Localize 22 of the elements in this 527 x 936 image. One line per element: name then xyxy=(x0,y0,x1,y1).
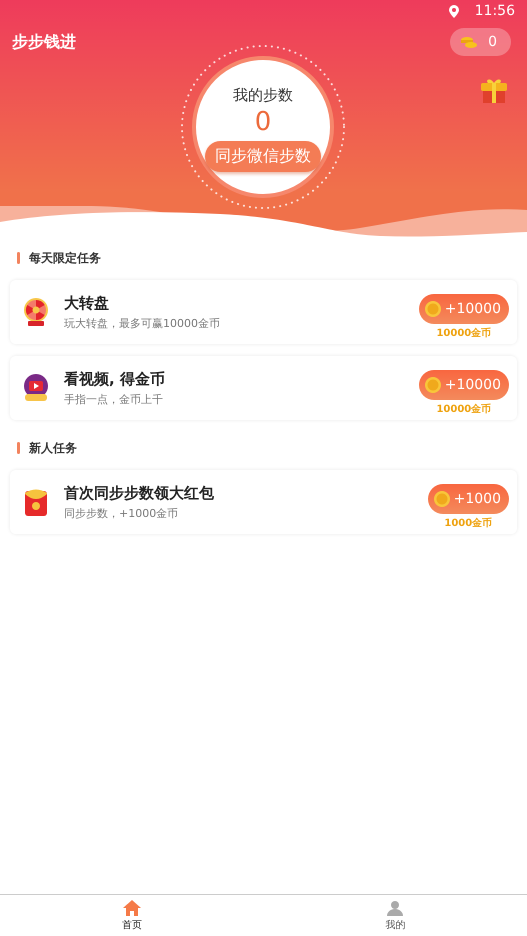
coin-balance[interactable]: 0 xyxy=(450,28,511,56)
steps-label: 我的步数 xyxy=(233,86,293,105)
task-description: 同步步数，+1000金币 xyxy=(64,506,180,520)
app-title: 步步钱进 xyxy=(12,32,76,52)
tab[interactable]: 首页 xyxy=(0,895,264,936)
reward-button[interactable]: +10000 xyxy=(418,294,509,324)
section-title: 每天限定任务 xyxy=(29,250,101,266)
reward-button[interactable]: +10000 xyxy=(418,370,509,400)
clock-time: 11:56 xyxy=(474,3,515,19)
task-title: 看视频, 得金币 xyxy=(64,370,166,388)
section-title: 新人任务 xyxy=(29,440,77,456)
step-count: 0 xyxy=(254,107,272,137)
task-description: 手指一点，金币上千 xyxy=(64,392,164,406)
task-title: 大转盘 xyxy=(64,294,110,312)
reward-button[interactable]: +1000 xyxy=(428,484,509,514)
reward-amount: 10000金币 xyxy=(436,326,492,340)
task-title: 首次同步步数领大红包 xyxy=(64,484,215,502)
reward-amount: 1000金币 xyxy=(444,516,492,530)
sync-steps-button[interactable]: 同步微信步数 xyxy=(205,141,321,172)
task-description: 玩大转盘，最多可赢10000金币 xyxy=(64,316,221,330)
reward-amount: 10000金币 xyxy=(436,402,492,416)
tab[interactable]: 我的 xyxy=(264,895,527,936)
